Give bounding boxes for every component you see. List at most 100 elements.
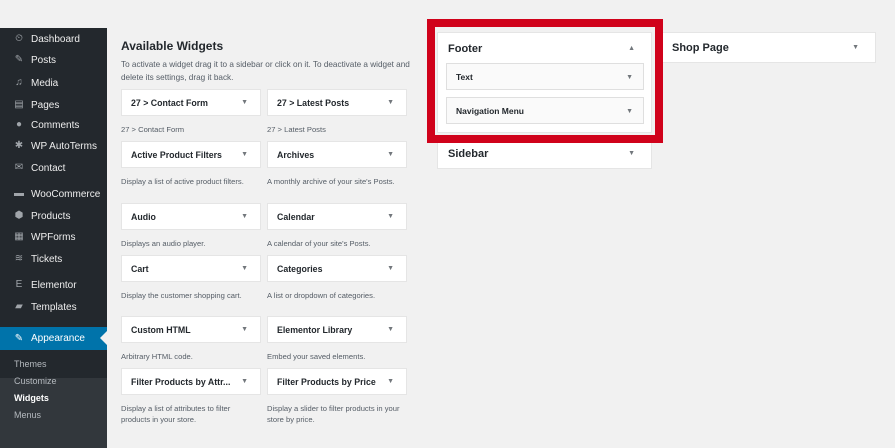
submenu-item-menus[interactable]: Menus [0, 407, 107, 423]
elementor-icon: E [15, 279, 23, 290]
widget-description: Displays an audio player. [121, 239, 206, 248]
widget-name: Custom HTML [131, 324, 191, 335]
widget-description: Arbitrary HTML code. [121, 352, 193, 361]
submenu-item-customize[interactable]: Customize [0, 373, 107, 389]
widget-description: 27 > Contact Form [121, 125, 185, 134]
widget-description: Embed your saved elements. [267, 352, 366, 361]
widget-description: 27 > Latest Posts [267, 125, 326, 134]
widget-name: Filter Products by Attr... [131, 376, 231, 387]
sidebar-item-label: Comments [31, 119, 80, 131]
sidebar-item-products[interactable]: ⬢ Products [0, 205, 107, 227]
sidebar-item-label: Media [31, 77, 59, 89]
sidebar-item-wpforms[interactable]: ▦ WPForms [0, 226, 107, 248]
chevron-down-icon[interactable]: ▼ [387, 265, 394, 272]
sidebar-item-comments[interactable]: ● Comments [0, 114, 107, 136]
tickets-icon: ≋ [14, 253, 24, 264]
widget-description: Display a slider to filter products in y… [267, 404, 400, 424]
widget-item[interactable]: Categories ▼ [267, 255, 407, 282]
widget-item[interactable]: Elementor Library ▼ [267, 316, 407, 343]
products-icon: ⬢ [14, 210, 24, 221]
chevron-down-icon[interactable]: ▼ [387, 99, 394, 106]
highlight-box [427, 19, 663, 143]
widget-description: Display a list of active product filters… [121, 177, 244, 186]
widget-name: 27 > Contact Form [131, 97, 208, 108]
sidebar-item-contact[interactable]: ✉ Contact [0, 157, 107, 179]
sidebar-item-label: Dashboard [31, 33, 80, 45]
pages-icon: ▤ [14, 99, 24, 110]
widget-description: A calendar of your site's Posts. [267, 239, 371, 248]
sidebar-item-elementor[interactable]: E Elementor [0, 274, 107, 296]
sidebar-item-label: Contact [31, 162, 66, 174]
widget-item[interactable]: Filter Products by Attr... ▼ [121, 368, 261, 395]
forms-icon: ▦ [14, 231, 24, 242]
widget-item[interactable]: Active Product Filters ▼ [121, 141, 261, 168]
widget-item[interactable]: Custom HTML ▼ [121, 316, 261, 343]
widget-name: Calendar [277, 211, 315, 222]
sidebar-item-label: Pages [31, 99, 60, 111]
submenu-item-widgets[interactable]: Widgets [0, 390, 107, 406]
sidebar-area-title: Sidebar [448, 148, 489, 160]
sidebar-area[interactable]: Sidebar ▼ [437, 139, 652, 169]
dashboard-icon: ⏲ [15, 33, 23, 44]
chevron-down-icon[interactable]: ▼ [387, 151, 394, 158]
autoterms-icon: ✱ [14, 140, 24, 151]
sidebar-item-label: Products [31, 210, 71, 222]
comments-icon: ● [15, 119, 23, 130]
chevron-down-icon[interactable]: ▼ [241, 99, 248, 106]
sidebar-item-dashboard[interactable]: ⏲ Dashboard [0, 28, 107, 50]
shop-page-area[interactable]: Shop Page ▼ [661, 32, 876, 63]
widget-name: 27 > Latest Posts [277, 97, 350, 108]
available-widgets-title: Available Widgets [121, 39, 224, 53]
sidebar-item-appearance[interactable]: ✎ Appearance [0, 327, 107, 350]
sidebar-item-pages[interactable]: ▤ Pages [0, 94, 107, 116]
submenu-item-themes[interactable]: Themes [0, 356, 107, 372]
widget-item[interactable]: Cart ▼ [121, 255, 261, 282]
chevron-down-icon[interactable]: ▼ [241, 151, 248, 158]
mail-icon: ✉ [14, 162, 24, 173]
widget-item[interactable]: 27 > Contact Form ▼ [121, 89, 261, 116]
sidebar-item-posts[interactable]: ✎ Posts [0, 49, 107, 71]
chevron-down-icon[interactable]: ▼ [852, 44, 859, 51]
widget-description: A list or dropdown of categories. [267, 291, 376, 300]
widget-description: Display a list of attributes to filter p… [121, 404, 231, 424]
widget-name: Archives [277, 149, 315, 160]
widget-item[interactable]: Filter Products by Price ▼ [267, 368, 407, 395]
sidebar-item-label: Templates [31, 301, 77, 313]
widget-item[interactable]: 27 > Latest Posts ▼ [267, 89, 407, 116]
available-widgets-description: To activate a widget drag it to a sideba… [121, 60, 410, 82]
widget-item[interactable]: Calendar ▼ [267, 203, 407, 230]
sidebar-item-woocommerce[interactable]: ▬ WooCommerce [0, 183, 107, 205]
widgets-screen: ⏲ Dashboard ✎ Posts ♫ Media ▤ Pages ● Comments ✱ WP… [0, 0, 895, 448]
sidebar-item-tickets[interactable]: ≋ Tickets [0, 248, 107, 270]
chevron-down-icon[interactable]: ▼ [628, 150, 635, 157]
woo-icon: ▬ [14, 188, 24, 199]
admin-sidebar: ⏲ Dashboard ✎ Posts ♫ Media ▤ Pages ● Comments ✱ WP… [0, 28, 107, 448]
chevron-down-icon[interactable]: ▼ [387, 213, 394, 220]
widget-name: Filter Products by Price [277, 376, 376, 387]
widget-name: Audio [131, 211, 156, 222]
chevron-down-icon[interactable]: ▼ [241, 265, 248, 272]
widget-item[interactable]: Archives ▼ [267, 141, 407, 168]
sidebar-item-media[interactable]: ♫ Media [0, 72, 107, 94]
sidebar-item-templates[interactable]: ▰ Templates [0, 296, 107, 318]
sidebar-item-label: Posts [31, 54, 57, 66]
sidebar-item-label: WPForms [31, 231, 76, 243]
shop-page-area-title: Shop Page [672, 42, 729, 54]
widget-name: Cart [131, 263, 149, 274]
sidebar-item-wp-autoterms[interactable]: ✱ WP AutoTerms [0, 135, 107, 157]
widget-name: Active Product Filters [131, 149, 222, 160]
media-icon: ♫ [15, 77, 23, 88]
folder-icon: ▰ [15, 301, 23, 312]
sidebar-item-label: Appearance [31, 333, 85, 344]
widget-description: Display the customer shopping cart. [121, 291, 242, 300]
brush-icon: ✎ [14, 332, 24, 344]
sidebar-item-label: Tickets [31, 253, 63, 265]
chevron-down-icon[interactable]: ▼ [241, 326, 248, 333]
sidebar-item-label: WooCommerce [31, 188, 101, 200]
chevron-down-icon[interactable]: ▼ [387, 326, 394, 333]
chevron-down-icon[interactable]: ▼ [241, 378, 248, 385]
chevron-down-icon[interactable]: ▼ [241, 213, 248, 220]
widget-name: Categories [277, 263, 323, 274]
widget-item[interactable]: Audio ▼ [121, 203, 261, 230]
chevron-down-icon[interactable]: ▼ [387, 378, 394, 385]
